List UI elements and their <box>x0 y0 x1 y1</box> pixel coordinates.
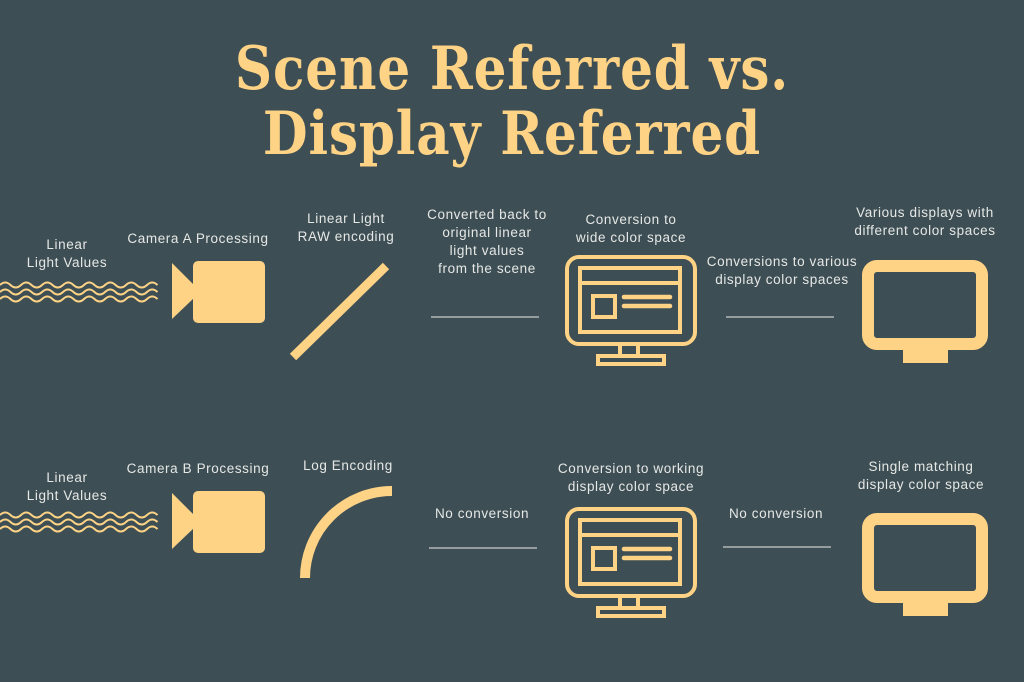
monitor-icon <box>565 255 697 366</box>
log-curve-icon <box>300 486 393 579</box>
display-icon <box>862 513 988 616</box>
label-line: Light Values <box>26 488 108 503</box>
display-icon <box>862 260 988 363</box>
source-label: Linear Light Values <box>27 236 108 272</box>
label-line: display color spaces <box>715 272 849 287</box>
label-line: display color space <box>857 477 985 492</box>
encoding-label: Log Encoding <box>303 458 393 473</box>
monitor-icon <box>565 507 697 618</box>
encoding-label: Linear Light RAW encoding <box>298 210 395 246</box>
conversion-2-label: No conversion <box>728 506 824 521</box>
label-line: different color spaces <box>854 223 996 238</box>
conversion-1-label: Converted back to original linear light … <box>427 206 547 278</box>
conversion-2-label: Conversions to various display color spa… <box>707 253 858 289</box>
label-line: light values <box>449 243 525 258</box>
label-line: Linear <box>46 237 88 252</box>
label-line: Linear Light <box>307 211 385 226</box>
label-line: original linear <box>442 225 532 240</box>
video-camera-icon <box>172 261 265 323</box>
conversion-1-label: No conversion <box>434 506 530 521</box>
camera-label: Camera B Processing <box>126 461 270 476</box>
linear-curve-icon <box>289 262 390 361</box>
label-line: wide color space <box>575 230 687 245</box>
label-line: display color space <box>567 479 695 494</box>
display-label: Single matching display color space <box>858 458 984 494</box>
label-line: Converted back to <box>427 207 547 222</box>
label-line: Single matching <box>868 459 974 474</box>
wave-icon <box>0 511 159 533</box>
label-line: Light Values <box>26 255 108 270</box>
label-line: Various displays with <box>856 205 994 220</box>
wave-icon <box>0 281 159 303</box>
camera-label: Camera A Processing <box>127 231 269 246</box>
label-line: from the scene <box>438 261 536 276</box>
diagram-graphics <box>0 255 988 618</box>
label-line: Conversion to <box>585 212 677 227</box>
working-space-label: Conversion to working display color spac… <box>558 460 704 496</box>
label-line: RAW encoding <box>297 229 395 244</box>
display-label: Various displays with different color sp… <box>854 204 995 240</box>
label-line: Conversion to working <box>557 461 705 476</box>
video-camera-icon <box>172 491 265 553</box>
label-line: Conversions to various <box>706 254 858 269</box>
source-label: Linear Light Values <box>27 469 108 505</box>
label-line: Linear <box>46 470 88 485</box>
working-space-label: Conversion to wide color space <box>576 211 686 247</box>
